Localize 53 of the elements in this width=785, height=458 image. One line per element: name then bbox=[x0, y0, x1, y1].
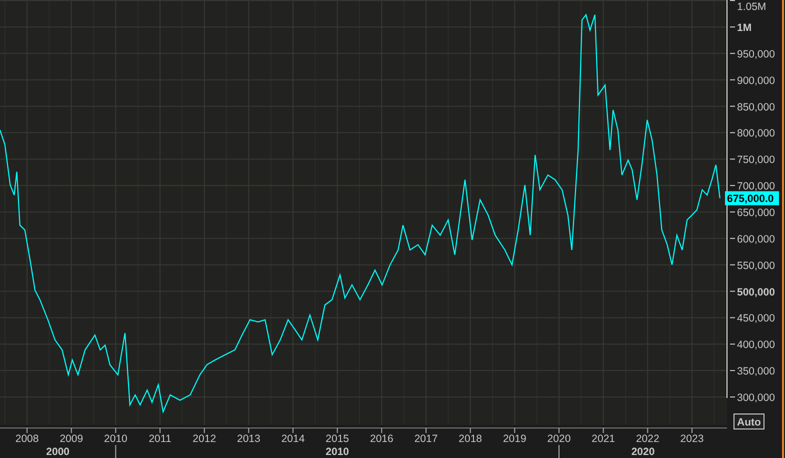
y-axis-label: 400,000 bbox=[730, 339, 775, 352]
x-axis-label: 2013 bbox=[237, 433, 260, 445]
decade-label: 2010 bbox=[326, 446, 350, 458]
y-tick-label: 450,000 bbox=[737, 312, 776, 325]
y-axis-label: 500,000 bbox=[730, 286, 775, 298]
y-axis-label: 850,000 bbox=[730, 101, 775, 114]
y-tick-label: 350,000 bbox=[737, 366, 776, 378]
y-tick-label: 550,000 bbox=[737, 260, 776, 272]
y-tick-label: 700,000 bbox=[737, 180, 776, 193]
current-value-label: 675,000.0 bbox=[725, 191, 779, 206]
y-axis-label: 950,000 bbox=[730, 48, 775, 60]
y-tick-label: 750,000 bbox=[737, 154, 776, 166]
y-tick-label: 650,000 bbox=[737, 206, 776, 219]
x-axis-label: 2015 bbox=[326, 433, 350, 445]
x-axis-label: 2011 bbox=[148, 433, 172, 445]
y-tick-label: 900,000 bbox=[737, 74, 776, 87]
x-axis-label: 2014 bbox=[281, 433, 305, 445]
y-axis-label: 350,000 bbox=[730, 366, 775, 378]
x-axis-label: 2016 bbox=[370, 433, 394, 445]
y-axis-label: 700,000 bbox=[730, 180, 775, 193]
x-axis-label: 2012 bbox=[192, 433, 216, 445]
y-tick-label: 400,000 bbox=[737, 339, 776, 352]
x-axis-label: 2008 bbox=[15, 433, 39, 445]
y-axis-label: 550,000 bbox=[730, 260, 775, 272]
x-axis-label: 2019 bbox=[502, 433, 526, 445]
y-tick-label: 500,000 bbox=[737, 286, 776, 298]
y-axis-label: 900,000 bbox=[730, 74, 775, 87]
y-axis-label: 600,000 bbox=[730, 233, 775, 246]
x-axis-label: 2020 bbox=[547, 433, 571, 445]
y-tick-label: 1.05M bbox=[737, 1, 766, 13]
y-tick-label: 950,000 bbox=[737, 48, 776, 60]
y-tick-label: 850,000 bbox=[737, 101, 776, 114]
auto-scale-button[interactable]: Auto bbox=[734, 414, 764, 430]
decade-label: 2020 bbox=[631, 446, 655, 458]
decade-label: 2000 bbox=[46, 446, 70, 458]
x-axis-label: 2022 bbox=[636, 433, 660, 445]
y-tick-label: 800,000 bbox=[737, 128, 776, 140]
x-axis-label: 2009 bbox=[60, 433, 84, 445]
y-tick-label: 1M bbox=[737, 22, 752, 34]
y-axis-label: 1.05M bbox=[730, 0, 766, 13]
x-axis-label: 2018 bbox=[458, 433, 482, 445]
y-axis-label: 750,000 bbox=[730, 154, 775, 166]
y-axis-label: 650,000 bbox=[730, 206, 775, 219]
x-axis-label: 2010 bbox=[104, 433, 128, 445]
x-axis-label: 2023 bbox=[680, 433, 704, 445]
y-axis-label: 450,000 bbox=[730, 312, 775, 325]
y-axis-label: 1M bbox=[730, 22, 752, 34]
y-tick-label: 600,000 bbox=[737, 233, 776, 246]
y-axis-label: 800,000 bbox=[730, 128, 775, 140]
y-tick-label: 300,000 bbox=[737, 392, 776, 404]
x-axis-label: 2021 bbox=[592, 433, 615, 445]
y-axis-label: 300,000 bbox=[730, 392, 775, 404]
x-axis-label: 2017 bbox=[414, 433, 438, 445]
